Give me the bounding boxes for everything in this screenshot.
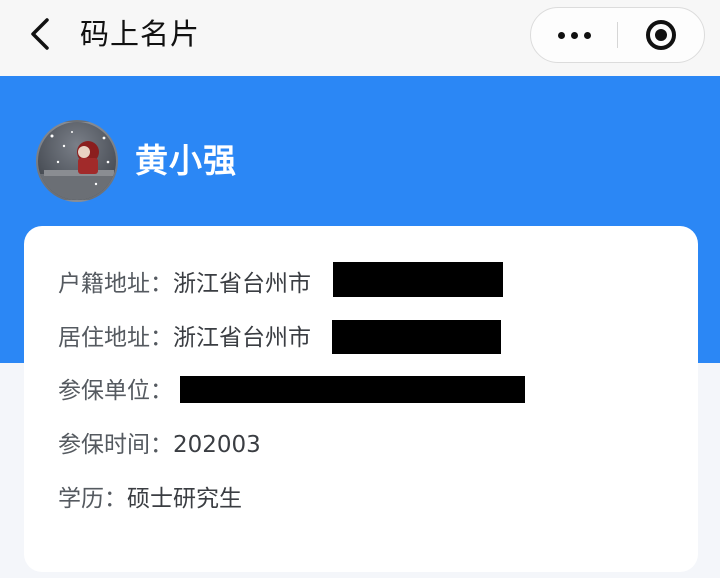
redaction-box	[333, 262, 503, 297]
residence-address-value: 浙江省台州市	[173, 325, 311, 351]
insurance-unit-label: 参保单位：	[58, 378, 173, 404]
household-address-value: 浙江省台州市	[173, 271, 311, 297]
navigation-bar: 码上名片	[0, 0, 720, 76]
insurance-unit-row: 参保单位：	[58, 373, 173, 409]
page-title: 码上名片	[80, 17, 201, 51]
insurance-time-row: 参保时间：202003	[58, 427, 261, 463]
redaction-box	[180, 376, 525, 403]
education-label: 学历：	[58, 486, 127, 512]
back-button[interactable]	[22, 14, 58, 54]
household-address-row: 户籍地址：浙江省台州市	[58, 266, 311, 302]
mini-program-capsule	[530, 7, 705, 63]
education-value: 硕士研究生	[127, 486, 242, 512]
avatar[interactable]	[36, 120, 118, 202]
residence-address-label: 居住地址：	[58, 325, 173, 351]
more-dots-icon	[555, 31, 594, 39]
insurance-time-value: 202003	[173, 432, 261, 458]
close-button[interactable]	[618, 8, 704, 62]
household-address-label: 户籍地址：	[58, 271, 173, 297]
chevron-left-icon	[31, 18, 49, 50]
more-button[interactable]	[531, 8, 617, 62]
residence-address-row: 居住地址：浙江省台州市	[58, 320, 311, 356]
redaction-box	[332, 320, 501, 354]
user-name: 黄小强	[135, 141, 237, 180]
education-row: 学历：硕士研究生	[58, 481, 242, 517]
insurance-time-label: 参保时间：	[58, 432, 173, 458]
mini-program-close-icon	[646, 20, 676, 50]
